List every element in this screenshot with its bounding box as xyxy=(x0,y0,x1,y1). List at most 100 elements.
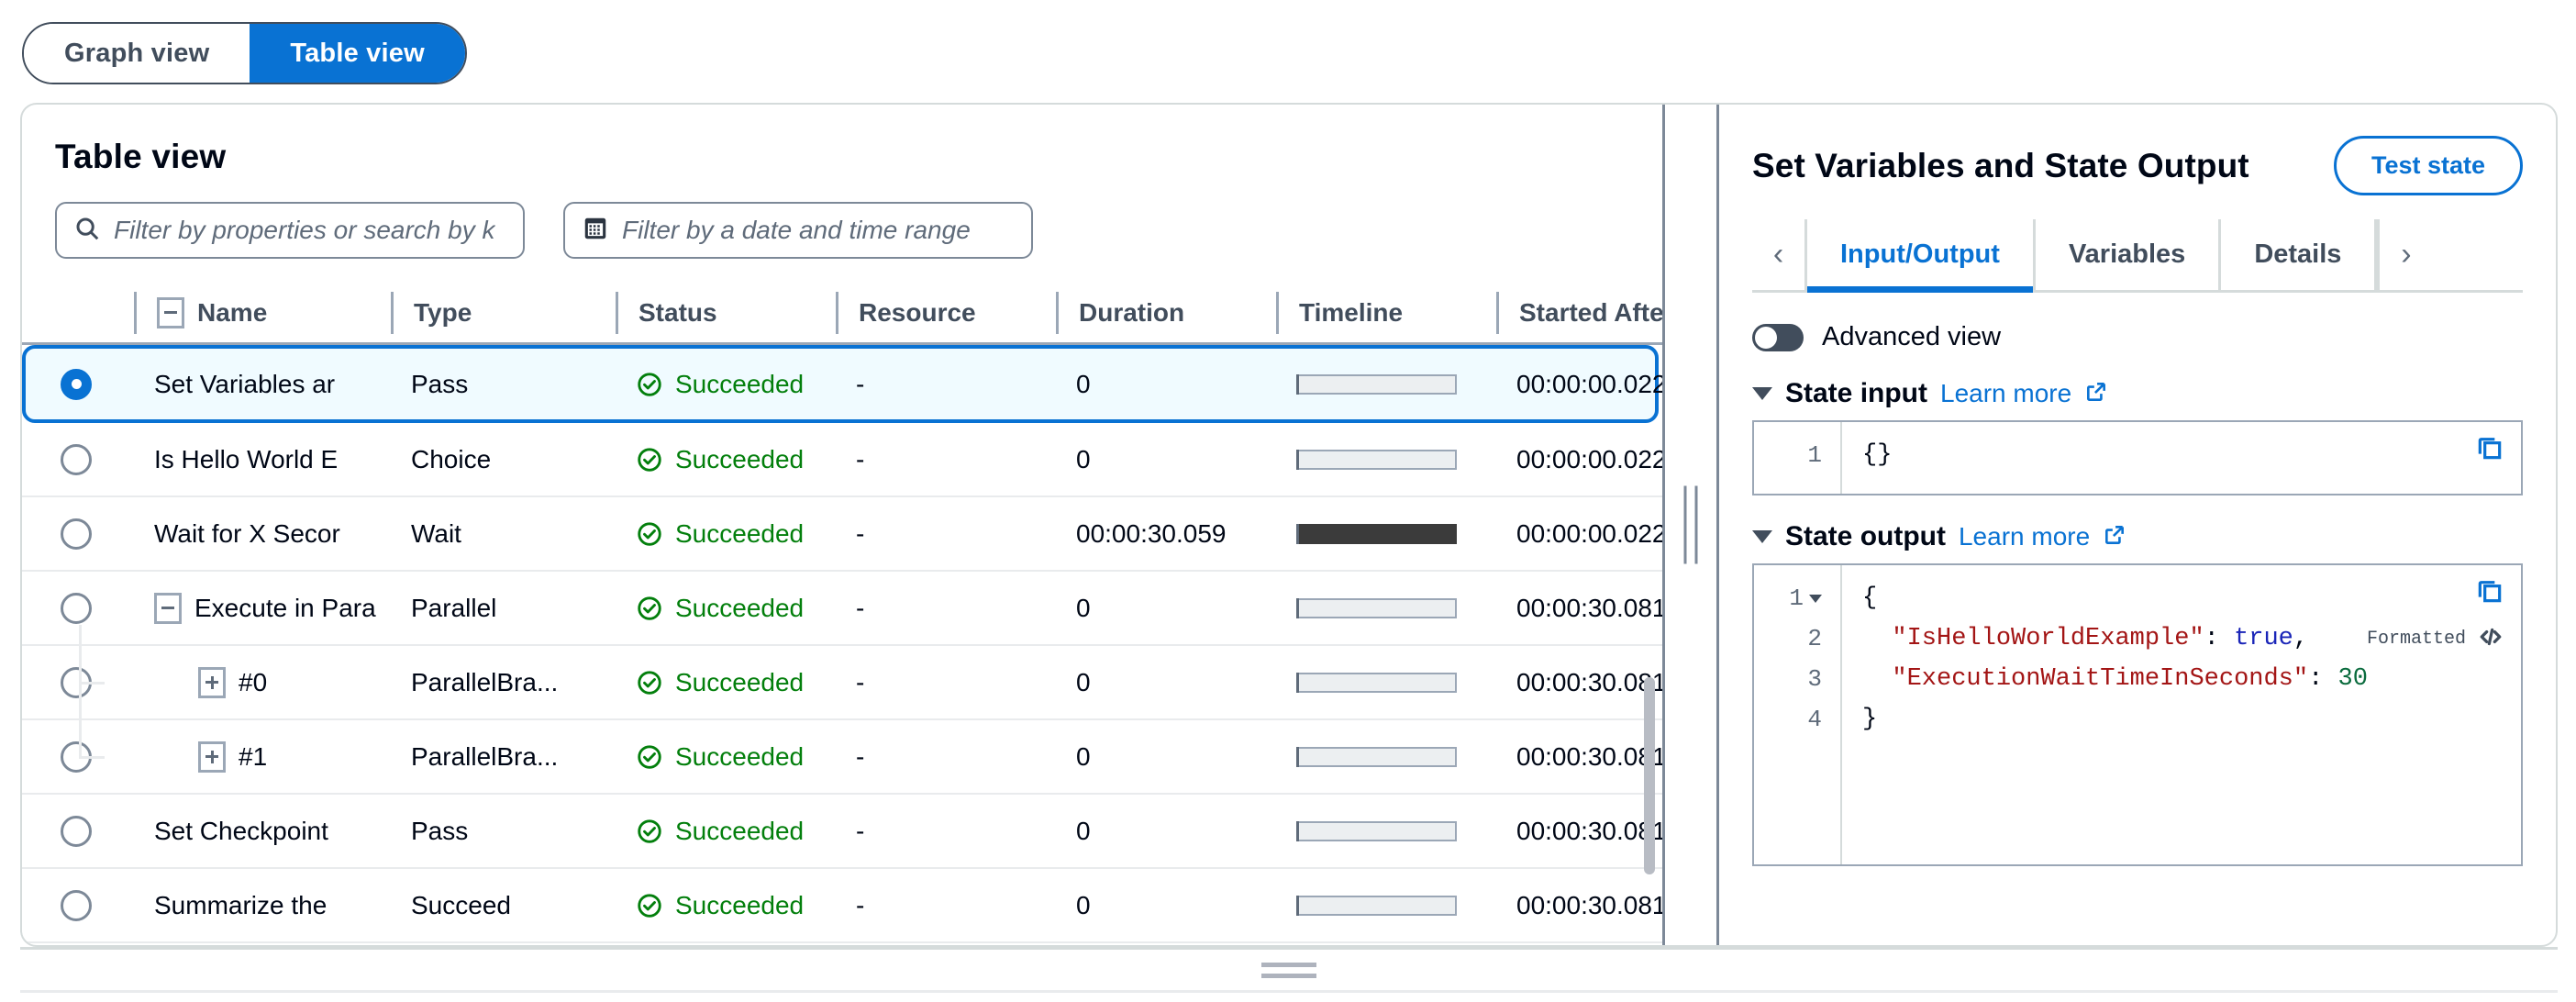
search-placeholder: Filter by properties or search by k xyxy=(114,216,495,244)
state-input-code[interactable]: {} xyxy=(1842,422,2521,494)
cell-name-label: #0 xyxy=(239,667,268,696)
cell-type-label: Choice xyxy=(411,444,492,473)
column-header-name[interactable]: Name xyxy=(134,291,391,334)
row-select-cell xyxy=(55,368,134,400)
table-row[interactable]: Summarize the Succeed Succeeded - 0 00:00:30.… xyxy=(22,869,1662,943)
table-row[interactable]: #1 ParallelBra... Succeeded - 0 00:00:30.081 xyxy=(22,720,1662,795)
cell-resource: - xyxy=(836,742,1056,772)
tab-variables[interactable]: Variables xyxy=(2036,219,2222,290)
cell-status: Succeeded xyxy=(616,668,836,697)
code-token-key: "ExecutionWaitTimeInSeconds" xyxy=(1892,665,2309,693)
tree-expand-icon[interactable] xyxy=(198,740,226,773)
row-radio-button[interactable] xyxy=(61,592,92,624)
cell-status: Succeeded xyxy=(616,891,836,920)
timeline-bar xyxy=(1296,895,1457,916)
cell-status: Succeeded xyxy=(616,519,836,549)
table-scrollbar[interactable] xyxy=(1644,677,1655,874)
state-input-code-box[interactable]: 1 {} xyxy=(1752,420,2523,495)
cell-duration-label: 00:00:30.059 xyxy=(1076,518,1227,548)
copy-icon[interactable] xyxy=(2475,433,2504,467)
cell-started-after-label: 00:00:00.022 xyxy=(1516,444,1662,473)
column-header-status[interactable]: Status xyxy=(616,291,836,334)
cell-started-after: 00:00:00.022 xyxy=(1496,370,1662,399)
copy-icon[interactable] xyxy=(2475,576,2504,610)
cell-name: Set Variables ar xyxy=(134,370,391,399)
state-output-learn-more-link[interactable]: Learn more xyxy=(1959,522,2090,551)
table-view-button[interactable]: Table view xyxy=(250,24,465,83)
table-panel: Table view Filter by properties or searc… xyxy=(22,105,1662,945)
test-state-button[interactable]: Test state xyxy=(2333,136,2523,195)
table-row[interactable]: Set Checkpoint Pass Succeeded - 0 00:00:30.08… xyxy=(22,795,1662,869)
status-badge: Succeeded xyxy=(636,370,804,399)
column-header-type[interactable]: Type xyxy=(391,291,616,334)
graph-view-button[interactable]: Graph view xyxy=(24,24,250,83)
cell-resource: - xyxy=(836,891,1056,920)
cell-resource: - xyxy=(836,594,1056,623)
state-input-learn-more-link[interactable]: Learn more xyxy=(1940,379,2071,408)
tab-details[interactable]: Details xyxy=(2221,219,2378,290)
cell-started-after: 00:00:30.081 xyxy=(1496,891,1662,920)
row-radio-button[interactable] xyxy=(61,518,92,550)
table-row[interactable]: Is Hello World E Choice Succeeded - 0 00:00:0… xyxy=(22,423,1662,497)
search-input[interactable]: Filter by properties or search by k xyxy=(55,202,525,259)
cell-type: Succeed xyxy=(391,891,616,920)
status-badge: Succeeded xyxy=(636,519,804,549)
status-badge: Succeeded xyxy=(636,817,804,846)
column-header-duration[interactable]: Duration xyxy=(1056,291,1276,334)
code-brackets-icon[interactable] xyxy=(2477,625,2504,653)
row-radio-button[interactable] xyxy=(61,889,92,921)
row-radio-button[interactable] xyxy=(61,443,92,475)
fold-caret-icon[interactable] xyxy=(1809,594,1822,603)
state-output-code-box[interactable]: 1 2 3 4 { "IsHelloWorldExample": true, "… xyxy=(1752,563,2523,866)
row-radio-button[interactable] xyxy=(61,815,92,847)
cell-started-after-label: 00:00:30.081 xyxy=(1516,741,1662,771)
tabs-scroll-left-icon[interactable]: ‹ xyxy=(1752,219,1807,290)
external-link-icon[interactable] xyxy=(2084,380,2108,408)
status-label: Succeeded xyxy=(675,890,805,919)
table-body: Set Variables ar Pass Succeeded - 0 00:00:00.… xyxy=(22,345,1662,943)
cell-name-label: Summarize the xyxy=(154,890,328,919)
advanced-view-toggle[interactable] xyxy=(1752,323,1804,351)
panel-resize-handle-horizontal[interactable] xyxy=(20,947,2558,993)
code-line: } xyxy=(1862,699,2521,740)
timeline-bar xyxy=(1296,449,1457,470)
code-line: "ExecutionWaitTimeInSeconds": 30 xyxy=(1892,665,2368,693)
calendar-icon xyxy=(582,215,609,247)
chevron-down-icon[interactable] xyxy=(1752,387,1772,400)
cell-type: Pass xyxy=(391,370,616,399)
format-toggle[interactable]: Formatted xyxy=(2367,625,2504,653)
state-input-gutter: 1 xyxy=(1754,422,1842,494)
table-row[interactable]: #0 ParallelBra... Succeeded - 0 00:00:30.081 xyxy=(22,646,1662,720)
table-row[interactable]: Execute in Para Parallel Succeeded - 0 00:00:… xyxy=(22,572,1662,646)
date-range-input[interactable]: Filter by a date and time range xyxy=(563,202,1033,259)
collapse-all-icon[interactable] xyxy=(157,296,184,328)
tree-collapse-icon[interactable] xyxy=(154,592,182,624)
tree-expand-icon[interactable] xyxy=(198,666,226,698)
cell-duration-label: 0 xyxy=(1076,369,1091,398)
detail-header: Set Variables and State Output Test stat… xyxy=(1752,105,2523,195)
timeline-bar xyxy=(1296,523,1457,544)
table-row[interactable]: Wait for X Secor Wait Succeeded - 00:00:30.0… xyxy=(22,497,1662,572)
row-radio-button[interactable] xyxy=(61,368,92,400)
column-header-timeline[interactable]: Timeline xyxy=(1276,291,1496,334)
table-row[interactable]: Set Variables ar Pass Succeeded - 0 00:00:00.… xyxy=(22,345,1662,423)
cell-resource-label: - xyxy=(856,369,865,398)
line-number: 1 xyxy=(1754,578,1840,618)
date-range-placeholder: Filter by a date and time range xyxy=(622,216,971,244)
tabs-scroll-right-icon[interactable]: › xyxy=(2377,219,2432,290)
column-header-started-after[interactable]: Started After xyxy=(1496,291,1662,334)
cell-type-label: Parallel xyxy=(411,593,497,622)
panel-resize-handle-vertical[interactable] xyxy=(1662,105,1719,945)
state-input-tools xyxy=(2475,433,2504,467)
tab-input-output[interactable]: Input/Output xyxy=(1807,219,2036,293)
cell-timeline xyxy=(1276,449,1496,470)
cell-resource-label: - xyxy=(856,518,865,548)
cell-started-after: 00:00:00.022 xyxy=(1496,445,1662,474)
view-mode-toggle[interactable]: Graph view Table view xyxy=(22,22,467,84)
cell-status: Succeeded xyxy=(616,370,836,399)
column-header-resource[interactable]: Resource xyxy=(836,291,1056,334)
external-link-icon[interactable] xyxy=(2103,523,2126,551)
status-label: Succeeded xyxy=(675,816,805,845)
chevron-down-icon[interactable] xyxy=(1752,530,1772,543)
code-token: { xyxy=(1862,584,1878,612)
